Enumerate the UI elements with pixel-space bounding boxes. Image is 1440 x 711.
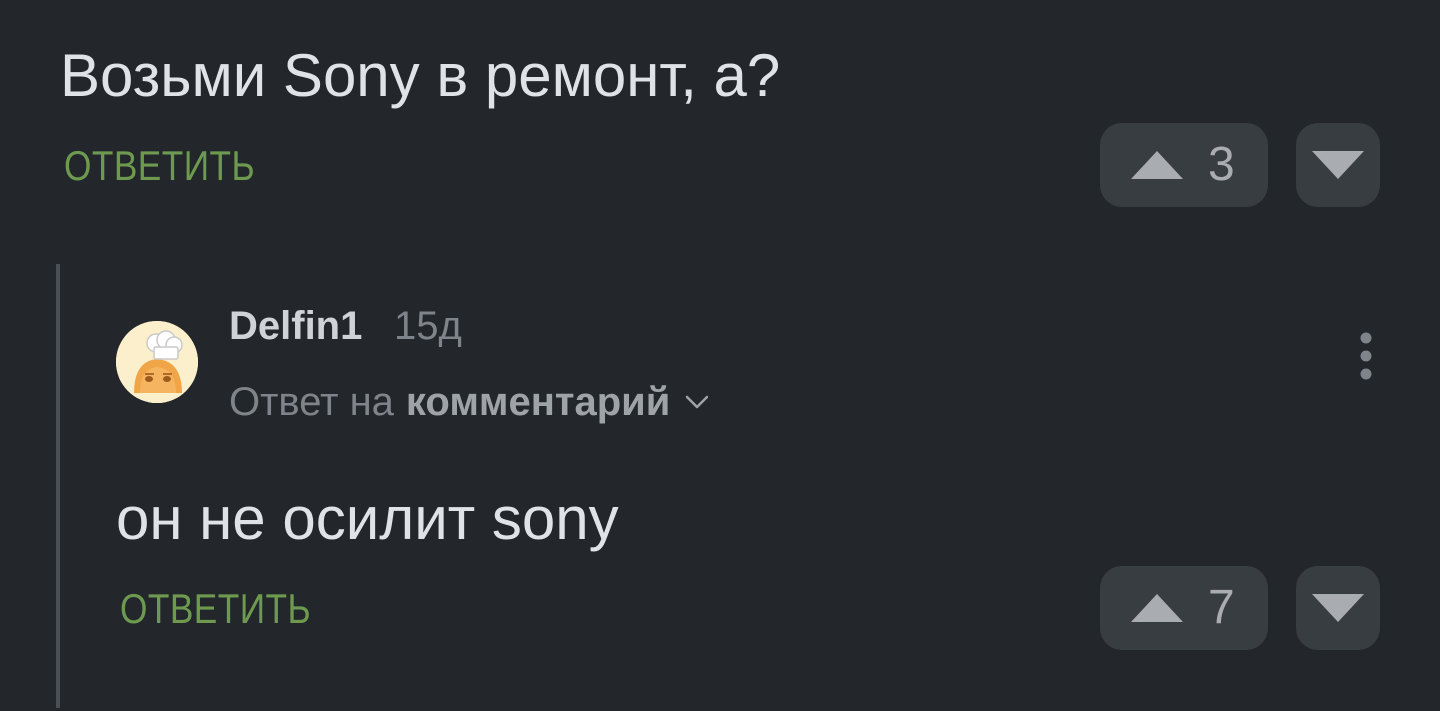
reply-upvote-button[interactable]: 7 [1100,566,1268,650]
chef-hat-avatar-icon [116,321,198,403]
triangle-down-icon [1312,151,1364,179]
chevron-down-icon[interactable] [684,389,710,415]
comments-screen: Возьми Sony в ремонт, а? ОТВЕТИТЬ 3 Delf… [0,0,1440,711]
reply-downvote-button[interactable] [1296,566,1380,650]
thread-line [56,264,60,708]
reply-comment-text: он не осилит sony [116,485,619,552]
parent-rating-count: 3 [1208,138,1235,191]
reply-reply-button[interactable]: ОТВЕТИТЬ [120,584,311,634]
parent-upvote-button[interactable]: 3 [1100,123,1268,207]
avatar[interactable] [116,321,198,403]
triangle-up-icon [1131,151,1183,179]
reply-to-prefix: Ответ на [229,380,394,424]
triangle-down-icon [1312,594,1364,622]
reply-to-line[interactable]: Ответ на комментарий [229,378,710,426]
reply-to-target[interactable]: комментарий [406,378,670,426]
parent-comment-text: Возьми Sony в ремонт, а? [60,42,781,109]
triangle-up-icon [1131,594,1183,622]
parent-downvote-button[interactable] [1296,123,1380,207]
reply-rating-count: 7 [1208,581,1235,634]
author-name[interactable]: Delfin1 [229,302,362,350]
more-vertical-icon[interactable] [1350,330,1382,386]
parent-reply-button[interactable]: ОТВЕТИТЬ [64,141,255,191]
comment-time: 15д [394,304,462,348]
